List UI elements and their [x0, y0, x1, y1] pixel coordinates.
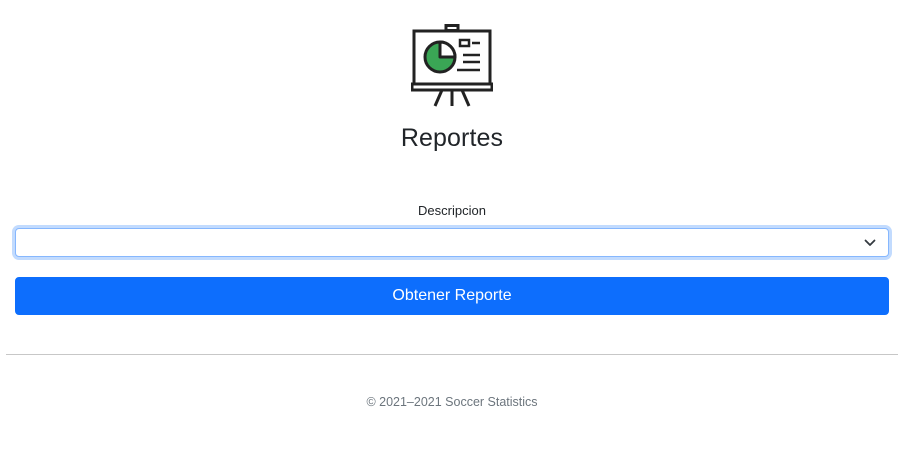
description-label: Descripcion [418, 203, 486, 218]
footer-divider [6, 354, 898, 355]
presentation-board-icon [411, 24, 493, 107]
get-report-button[interactable]: Obtener Reporte [15, 277, 889, 315]
chevron-down-icon [864, 239, 876, 246]
description-select[interactable] [15, 228, 889, 257]
page: Reportes Descripcion Obtener Reporte © 2… [0, 0, 915, 449]
page-title: Reportes [400, 124, 504, 152]
footer-copyright: © 2021–2021 Soccer Statistics [366, 395, 538, 409]
